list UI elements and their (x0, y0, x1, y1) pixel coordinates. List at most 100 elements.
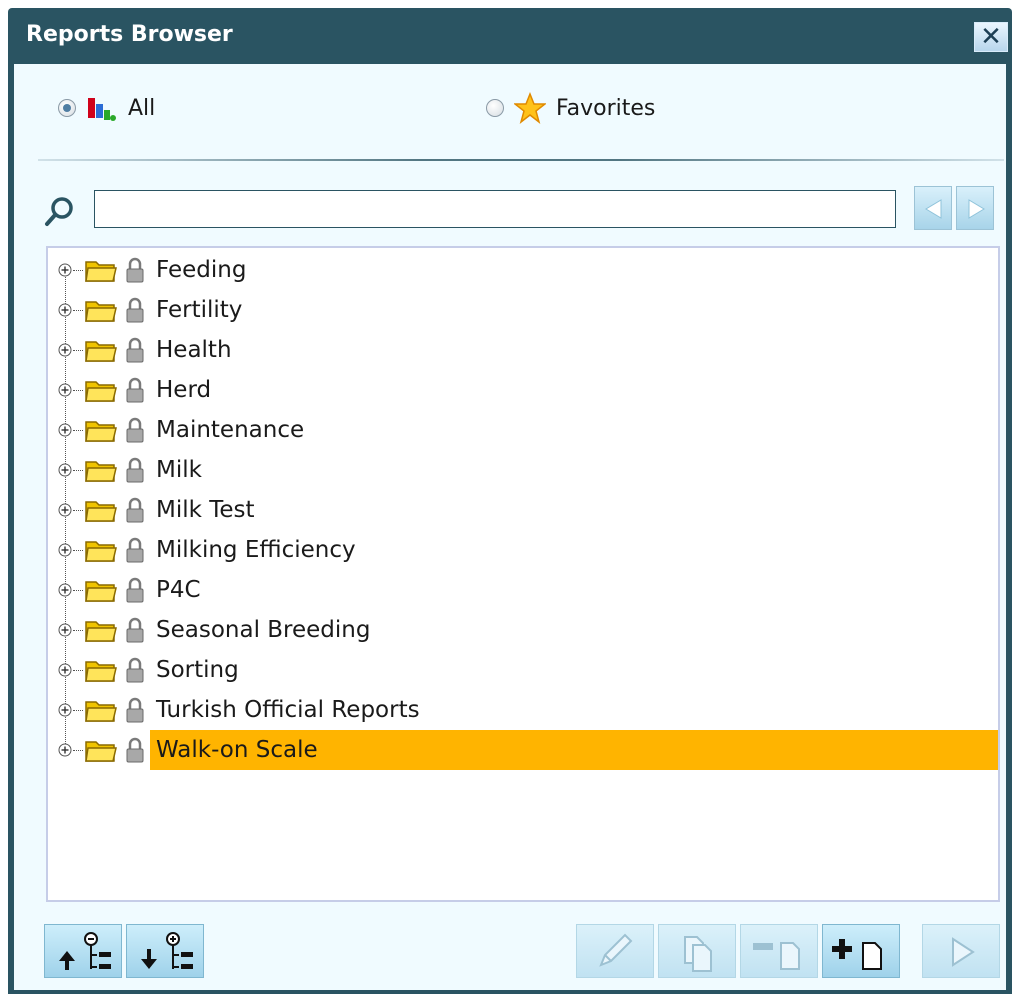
bar-chart-icon (88, 98, 116, 121)
tree-item[interactable]: P4C (48, 570, 998, 610)
filter-all-option[interactable]: All (58, 92, 155, 124)
lock-icon (126, 537, 144, 563)
folder-icon (85, 621, 117, 642)
tree-item-label: Milk Test (156, 497, 255, 523)
expand-all-button[interactable] (126, 924, 204, 978)
run-report-button[interactable] (922, 924, 1000, 978)
remove-document-icon (753, 942, 800, 970)
tree-connector (73, 710, 83, 711)
expand-icon[interactable] (58, 423, 72, 437)
expand-icon[interactable] (58, 663, 72, 677)
tree-connector (73, 750, 83, 751)
expand-icon[interactable] (58, 263, 72, 277)
expand-icon[interactable] (58, 383, 72, 397)
lock-icon (126, 497, 144, 523)
edit-report-button[interactable] (576, 924, 654, 978)
expand-icon[interactable] (58, 503, 72, 517)
tree-item[interactable]: Maintenance (48, 410, 998, 450)
copy-report-button[interactable] (658, 924, 736, 978)
tree-connector (73, 510, 83, 511)
previous-button[interactable] (914, 186, 952, 230)
tree-item[interactable]: Milk Test (48, 490, 998, 530)
expand-icon[interactable] (58, 303, 72, 317)
filter-favorites-option[interactable]: Favorites (486, 92, 655, 124)
search-input[interactable] (94, 190, 896, 228)
next-button[interactable] (956, 186, 994, 230)
pencil-icon (599, 933, 633, 967)
collapse-all-button[interactable] (44, 924, 122, 978)
tree-connector (73, 430, 83, 431)
tree-item[interactable]: Sorting (48, 650, 998, 690)
tree-item[interactable]: Milk (48, 450, 998, 490)
tree-item[interactable]: Herd (48, 370, 998, 410)
tree-connector (73, 270, 83, 271)
lock-icon (126, 457, 144, 483)
lock-icon (126, 657, 144, 683)
expand-icon[interactable] (58, 343, 72, 357)
folder-icon (85, 541, 117, 562)
expand-all-icon (141, 932, 193, 969)
tree-item-label: Sorting (156, 657, 239, 683)
play-icon (952, 937, 975, 967)
star-icon (514, 92, 546, 124)
expand-icon[interactable] (58, 463, 72, 477)
folder-icon (85, 421, 117, 442)
tree-item-label: Seasonal Breeding (156, 617, 371, 643)
tree-connector (73, 670, 83, 671)
tree-item[interactable]: Health (48, 330, 998, 370)
expand-icon[interactable] (58, 543, 72, 557)
radio-all[interactable] (58, 99, 76, 117)
tree-item[interactable]: Fertility (48, 290, 998, 330)
add-document-icon (832, 939, 882, 970)
window-title: Reports Browser (26, 22, 233, 47)
tree-connector (73, 590, 83, 591)
folder-icon (85, 501, 117, 522)
divider (38, 159, 1004, 161)
tree-item-label: Herd (156, 377, 212, 403)
lock-icon (126, 377, 144, 403)
copy-icon (684, 936, 712, 972)
tree-item-label: Maintenance (156, 417, 305, 443)
folder-icon (85, 301, 117, 322)
search-icon (45, 197, 73, 226)
content-panel: All Favorites Feeding Fertility Health H… (14, 64, 1006, 990)
close-icon: ✕ (980, 22, 1002, 52)
add-report-button[interactable] (822, 924, 900, 978)
close-button[interactable]: ✕ (974, 22, 1008, 52)
tree-item[interactable]: Walk-on Scale (48, 730, 998, 770)
delete-report-button[interactable] (740, 924, 818, 978)
arrow-right-icon (968, 199, 985, 219)
folder-icon (85, 461, 117, 482)
arrow-left-icon (925, 199, 942, 219)
radio-favorites[interactable] (486, 99, 504, 117)
tree-item[interactable]: Turkish Official Reports (48, 690, 998, 730)
expand-icon[interactable] (58, 703, 72, 717)
tree-connector (73, 470, 83, 471)
folder-icon (85, 661, 117, 682)
tree-connector (73, 350, 83, 351)
expand-icon[interactable] (58, 623, 72, 637)
expand-icon[interactable] (58, 583, 72, 597)
lock-icon (126, 417, 144, 443)
tree-item-label: Walk-on Scale (150, 730, 998, 770)
lock-icon (126, 737, 144, 763)
folder-icon (85, 381, 117, 402)
lock-icon (126, 697, 144, 723)
tree-item[interactable]: Seasonal Breeding (48, 610, 998, 650)
folder-icon (85, 701, 117, 722)
folder-icon (85, 261, 117, 282)
title-bar: Reports Browser ✕ (8, 8, 1012, 64)
tree-item[interactable]: Milking Efficiency (48, 530, 998, 570)
tree-item-label: Fertility (156, 297, 243, 323)
tree-item-label: Feeding (156, 257, 247, 283)
tree-connector (73, 390, 83, 391)
tree-item[interactable]: Feeding (48, 250, 998, 290)
tree-connector (73, 630, 83, 631)
tree-connector (73, 310, 83, 311)
folder-icon (85, 741, 117, 762)
tree-item-label: Milk (156, 457, 202, 483)
expand-icon[interactable] (58, 743, 72, 757)
folder-icon (85, 581, 117, 602)
lock-icon (126, 257, 144, 283)
collapse-all-icon (59, 932, 111, 970)
